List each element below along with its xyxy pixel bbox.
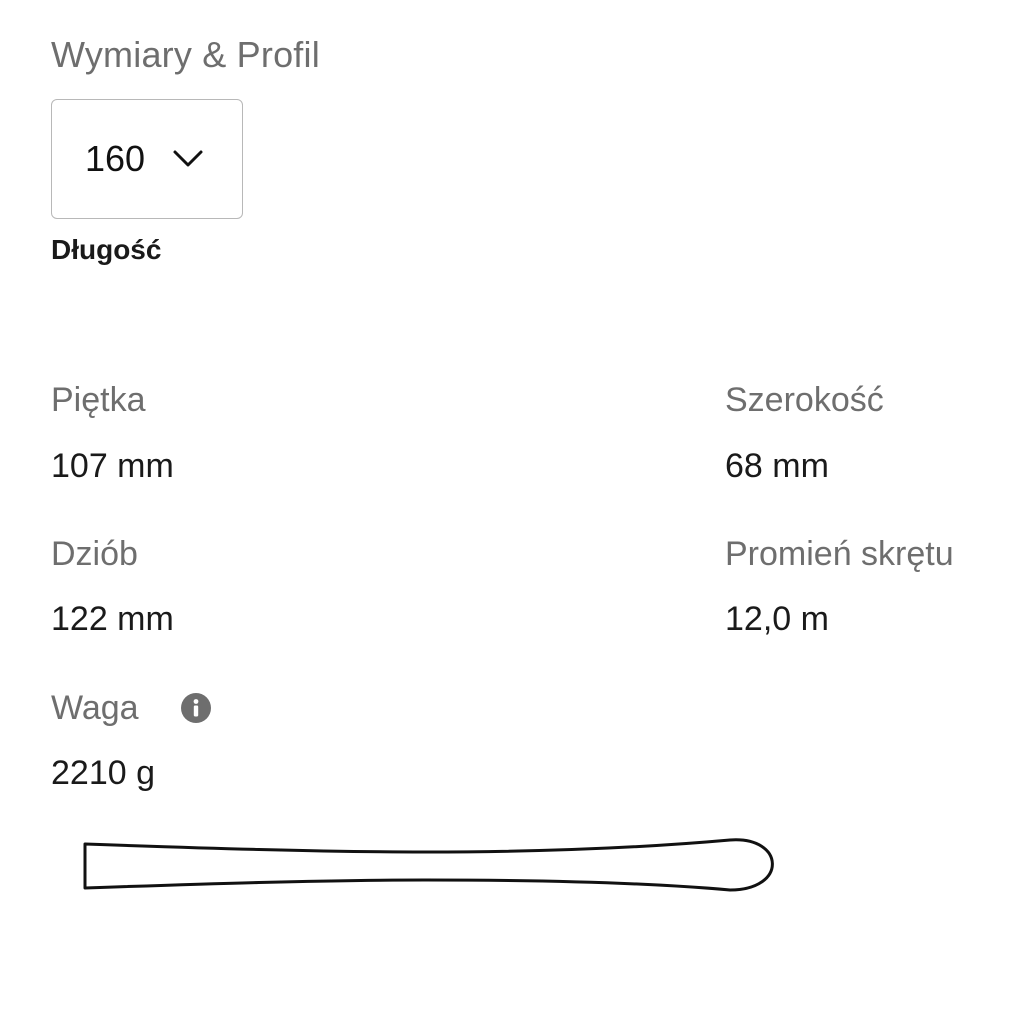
heel-label: Piętka — [51, 381, 146, 419]
width-value: 68 mm — [725, 447, 829, 485]
section-title: Wymiary & Profil — [51, 34, 320, 75]
length-select[interactable]: 160 — [51, 99, 243, 219]
radius-label: Promień skrętu — [725, 535, 954, 573]
tip-value: 122 mm — [51, 600, 174, 638]
info-icon[interactable] — [180, 692, 212, 724]
length-select-value: 160 — [85, 138, 146, 179]
tip-label: Dziób — [51, 535, 138, 573]
weight-label: Waga — [51, 689, 139, 727]
length-label: Długość — [51, 234, 162, 265]
weight-value: 2210 g — [51, 754, 155, 792]
chevron-down-icon — [173, 150, 203, 167]
radius-value: 12,0 m — [725, 600, 829, 638]
ski-profile-illustration — [83, 838, 774, 892]
heel-value: 107 mm — [51, 447, 174, 485]
width-label: Szerokość — [725, 381, 884, 419]
